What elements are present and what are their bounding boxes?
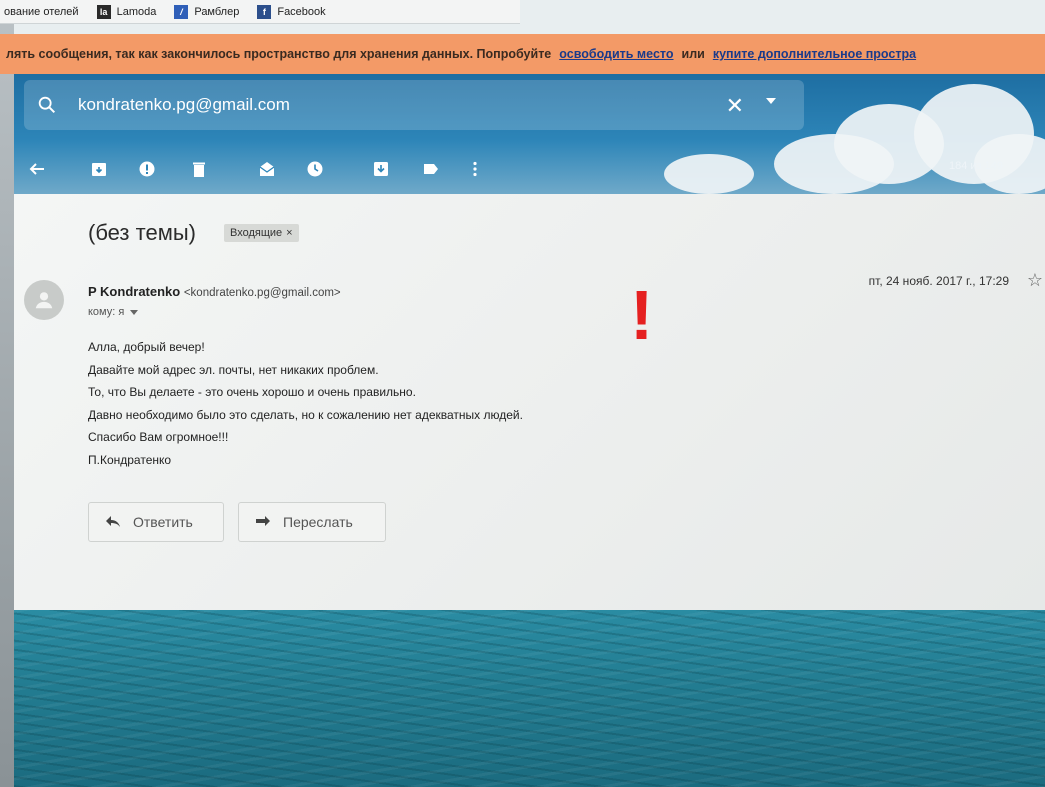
archive-icon[interactable] xyxy=(90,160,108,178)
body-line: Давно необходимо было это сделать, но к … xyxy=(88,407,523,422)
search-input[interactable]: kondratenko.pg@gmail.com xyxy=(78,95,290,115)
avatar[interactable] xyxy=(24,280,64,320)
mark-unread-icon[interactable] xyxy=(258,160,276,178)
message-toolbar: 184 из 149 xyxy=(14,150,1045,190)
email-date: пт, 24 нояб. 2017 г., 17:29 xyxy=(868,274,1009,288)
remove-label-icon[interactable]: × xyxy=(286,227,292,239)
person-icon xyxy=(35,292,53,309)
banner-text: лять сообщения, так как закончилось прос… xyxy=(6,47,552,61)
sender-email: <kondratenko.pg@gmail.com> xyxy=(183,287,341,299)
free-space-link[interactable]: освободить место xyxy=(559,47,673,61)
buy-storage-link[interactable]: купите дополнительное простра xyxy=(713,47,916,61)
back-arrow-icon[interactable] xyxy=(28,160,46,178)
sender-line: P Kondratenko <kondratenko.pg@gmail.com> xyxy=(88,284,341,299)
close-icon[interactable]: ✕ xyxy=(726,93,744,119)
bookmark-label: ование отелей xyxy=(4,5,79,18)
banner-or: или xyxy=(681,47,705,61)
body-line: То, что Вы делаете - это очень хорошо и … xyxy=(88,385,416,399)
label-tag-icon[interactable] xyxy=(422,160,440,178)
bookmark-label: Рамблер xyxy=(194,5,240,18)
sender-name[interactable]: P Kondratenko xyxy=(88,284,180,299)
report-spam-icon[interactable] xyxy=(138,160,156,178)
bookmark-facebook[interactable]: f Facebook xyxy=(257,4,326,19)
gmail-header: kondratenko.pg@gmail.com ✕ 184 из 149 xyxy=(14,74,1045,194)
forward-icon xyxy=(256,516,270,526)
bookmarks-bar: ование отелей la Lamoda / Рамблер f Face… xyxy=(0,0,520,24)
forward-button[interactable]: Переслать xyxy=(238,502,386,542)
email-subject: (без темы) xyxy=(88,220,196,245)
delete-icon[interactable] xyxy=(190,160,208,178)
message-view: (без темы) Входящие × P Kondratenko <kon… xyxy=(14,194,1045,610)
chevron-down-icon[interactable] xyxy=(130,309,139,315)
reply-label: Ответить xyxy=(133,514,193,530)
recipient-details[interactable]: кому: я xyxy=(88,306,139,318)
sea-background xyxy=(14,610,1045,787)
recipient-text: кому: я xyxy=(88,306,125,318)
storage-warning-banner: лять сообщения, так как закончилось прос… xyxy=(0,34,1045,74)
bookmark-label: Facebook xyxy=(277,5,326,18)
inbox-label-chip[interactable]: Входящие × xyxy=(224,224,299,242)
facebook-icon: f xyxy=(257,4,272,19)
forward-label: Переслать xyxy=(283,514,353,530)
move-to-icon[interactable] xyxy=(372,160,390,178)
label-text: Входящие xyxy=(230,227,283,239)
more-options-icon[interactable] xyxy=(466,160,484,178)
body-line: Алла, добрый вечер! xyxy=(88,340,205,354)
pagination-count: 184 из 149 xyxy=(948,160,1003,172)
body-line: Давайте мой адрес эл. почты, нет никаких… xyxy=(88,362,379,377)
reply-icon xyxy=(106,516,120,527)
rambler-icon: / xyxy=(174,4,189,19)
bookmark-label: Lamoda xyxy=(116,5,157,18)
exclamation-annotation: ! xyxy=(630,276,654,354)
body-line: Спасибо Вам огромное!!! xyxy=(88,430,229,444)
reply-button[interactable]: Ответить xyxy=(88,502,224,542)
bookmark-lamoda[interactable]: la Lamoda xyxy=(96,4,157,19)
star-icon[interactable]: ☆ xyxy=(1027,270,1043,291)
snooze-clock-icon[interactable] xyxy=(306,160,324,178)
bookmark-rambler[interactable]: / Рамблер xyxy=(174,4,240,19)
search-bar[interactable]: kondratenko.pg@gmail.com ✕ xyxy=(24,80,804,130)
lamoda-icon: la xyxy=(96,4,111,19)
chevron-down-icon[interactable] xyxy=(766,98,776,104)
email-body: Алла, добрый вечер! Давайте мой адрес эл… xyxy=(88,336,523,471)
search-icon[interactable] xyxy=(36,94,58,116)
bookmark-hotels[interactable]: ование отелей xyxy=(4,6,79,18)
body-line: П.Кондратенко xyxy=(88,452,172,467)
background-strip xyxy=(0,24,14,787)
